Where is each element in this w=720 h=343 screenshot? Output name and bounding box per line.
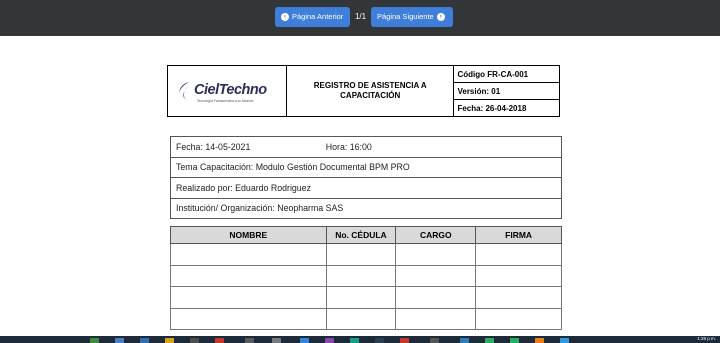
document-code: Código FR-CA-001 (453, 65, 560, 83)
document-page: CielTechno Tecnología Farmacéutica a su … (0, 36, 720, 336)
taskbar-app-icon[interactable] (245, 338, 254, 343)
taskbar-app-icon[interactable] (485, 338, 494, 343)
taskbar-app-icon[interactable] (325, 338, 334, 343)
attendance-header-row: NOMBRE No. CÉDULA CARGO FIRMA (170, 226, 562, 244)
table-cell (170, 307, 327, 330)
table-cell (395, 286, 477, 309)
taskbar-app-icon[interactable] (140, 338, 149, 343)
windows-taskbar: 1:28 p.m. (0, 336, 720, 343)
training-time: Hora: 16:00 (325, 141, 372, 152)
taskbar-app-icon[interactable] (272, 338, 281, 343)
attendance-table: NOMBRE No. CÉDULA CARGO FIRMA (170, 226, 562, 330)
column-header-nombre: NOMBRE (170, 226, 327, 244)
document-header: CielTechno Tecnología Farmacéutica a su … (167, 65, 560, 117)
document-version: Versión: 01 (453, 82, 560, 100)
table-cell (475, 264, 562, 287)
cieltechno-logo-mark-icon (179, 82, 191, 100)
taskbar-app-icon[interactable] (90, 338, 99, 343)
column-header-firma: FIRMA (475, 226, 562, 244)
table-cell (395, 264, 477, 287)
taskbar-app-icon[interactable] (560, 338, 569, 343)
taskbar-clock: 1:28 p.m. (697, 336, 716, 341)
table-cell (475, 243, 562, 266)
table-cell (475, 307, 562, 330)
next-page-button[interactable]: Página Siguiente › (371, 7, 453, 27)
taskbar-app-icon[interactable] (300, 338, 309, 343)
taskbar-app-icon[interactable] (190, 338, 199, 343)
table-cell (170, 286, 327, 309)
page-counter: 1/1 (354, 12, 367, 21)
table-cell (325, 286, 397, 309)
column-header-cedula: No. CÉDULA (325, 226, 397, 244)
logo-cell: CielTechno Tecnología Farmacéutica a su … (167, 65, 287, 117)
document-date: Fecha: 26-04-2018 (453, 99, 560, 117)
table-cell (325, 243, 397, 266)
taskbar-app-icon[interactable] (115, 338, 124, 343)
taskbar-app-icon[interactable] (375, 338, 384, 343)
previous-page-button[interactable]: ‹ Página Anterior (275, 7, 350, 27)
taskbar-app-icon[interactable] (510, 338, 519, 343)
taskbar-app-icon[interactable] (400, 338, 409, 343)
table-cell (475, 286, 562, 309)
info-row-date: Fecha: 14-05-2021 Hora: 16:00 (170, 136, 562, 158)
table-cell (395, 243, 477, 266)
pdf-toolbar: ‹ Página Anterior 1/1 Página Siguiente › (0, 0, 720, 36)
taskbar-app-icon[interactable] (430, 338, 439, 343)
taskbar-app-icon[interactable] (350, 338, 359, 343)
next-page-label: Página Siguiente (377, 12, 434, 21)
training-topic: Tema Capacitación: Modulo Gestión Docume… (170, 156, 562, 178)
table-row (170, 307, 562, 330)
previous-page-label: Página Anterior (292, 12, 344, 21)
column-header-cargo: CARGO (395, 226, 477, 244)
table-cell (325, 264, 397, 287)
table-cell (170, 264, 327, 287)
logo-wordmark: CielTechno (194, 82, 267, 98)
training-instructor: Realizado por: Eduardo Rodriguez (170, 177, 562, 199)
training-organization: Institución/ Organización: Neopharma SAS (170, 197, 562, 219)
taskbar-app-icon[interactable] (165, 338, 174, 343)
taskbar-app-icon[interactable] (215, 338, 224, 343)
training-info: Fecha: 14-05-2021 Hora: 16:00 Tema Capac… (170, 136, 562, 219)
logo-tagline: Tecnología Farmacéutica a su Alcance (197, 99, 254, 103)
cieltechno-logo: CielTechno Tecnología Farmacéutica a su … (168, 66, 286, 116)
taskbar-app-icon[interactable] (460, 338, 469, 343)
table-row (170, 243, 562, 266)
table-cell (395, 307, 477, 330)
table-cell (325, 307, 397, 330)
table-cell (170, 243, 327, 266)
arrow-right-circle-icon: › (436, 13, 445, 21)
table-row (170, 286, 562, 309)
document-title: REGISTRO DE ASISTENCIA A CAPACITACIÓN (285, 65, 455, 117)
table-row (170, 264, 562, 287)
training-date: Fecha: 14-05-2021 (176, 141, 251, 152)
taskbar-app-icon[interactable] (535, 338, 544, 343)
arrow-left-circle-icon: ‹ (281, 13, 289, 21)
